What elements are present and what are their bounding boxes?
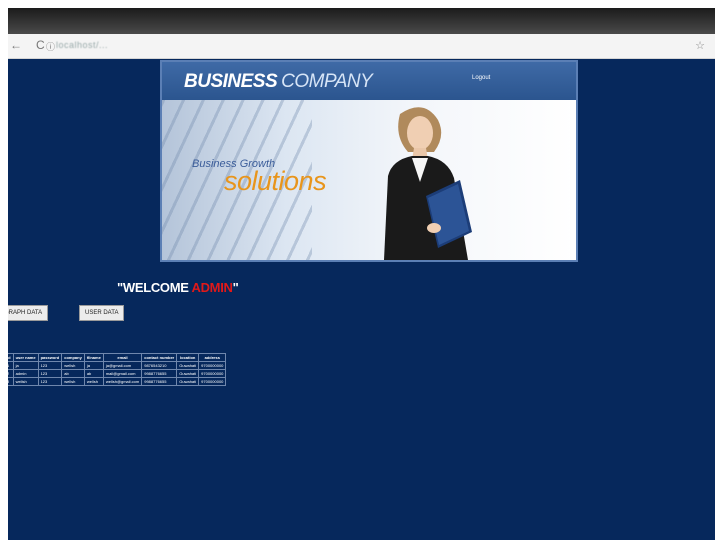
table-cell: wellsh <box>61 377 85 386</box>
welcome-prefix: "WELCOME <box>117 280 192 295</box>
column-header: fllname <box>83 353 104 362</box>
column-header: contact number <box>141 353 178 362</box>
column-header: email <box>102 353 143 362</box>
table-header-row: id user name password company fllname em… <box>8 353 227 362</box>
column-header: address <box>198 353 227 362</box>
table-cell: ja <box>83 361 104 370</box>
browser-title-bar <box>8 8 715 34</box>
table-cell: admin <box>12 369 39 378</box>
table-cell: Guwahati <box>176 361 200 370</box>
browser-toolbar: ← C ⓘ localhost/... ☆ <box>8 34 715 59</box>
table-row: 3 wellsh 123 wellsh wellsh wellsh@gmail.… <box>8 377 227 386</box>
brand-name-light: COMPANY <box>281 71 373 92</box>
welcome-suffix: " <box>232 280 239 295</box>
brand-name-bold: BUSINESS <box>184 71 278 92</box>
table-cell: 9988776655 <box>141 377 178 386</box>
table-cell: 9988776655 <box>141 369 178 378</box>
back-icon[interactable]: ← <box>10 38 22 52</box>
reload-icon[interactable]: C <box>36 38 45 52</box>
table-row: 2 admin 123 ab ab mail@gmail.com 9988776… <box>8 369 227 378</box>
address-bar[interactable]: localhost/... <box>56 40 108 50</box>
column-header: password <box>37 353 63 362</box>
users-table: id user name password company fllname em… <box>8 353 227 386</box>
column-header: company <box>61 353 85 362</box>
welcome-message: "WELCOME ADMIN" <box>117 280 239 295</box>
table-cell: Guwahati <box>176 377 200 386</box>
table-cell: ab <box>61 369 85 378</box>
table-cell: wellsh <box>12 377 39 386</box>
table-cell: ja@gmail.com <box>102 361 143 370</box>
table-row: 1 ja 123 wellsh ja ja@gmail.com 98765432… <box>8 361 227 370</box>
table-cell: 123 <box>37 361 63 370</box>
table-cell: ab <box>83 369 104 378</box>
table-cell: mail@gmail.com <box>102 369 143 378</box>
table-cell: 123 <box>37 369 63 378</box>
brand-logo: BUSINESS COMPANY <box>184 71 373 93</box>
tagline-big: solutions <box>224 166 327 196</box>
table-cell: 9876543210 <box>141 361 178 370</box>
businesswoman-image <box>384 107 472 260</box>
welcome-username: ADMIN <box>191 280 233 295</box>
page-content: BUSINESS COMPANY Logout Business Growth s… <box>8 59 715 540</box>
user-data-button[interactable]: USER DATA <box>79 305 125 321</box>
header-banner: BUSINESS COMPANY Logout Business Growth s… <box>160 60 578 262</box>
table-cell: wellsh <box>83 377 104 386</box>
logout-link[interactable]: Logout <box>472 75 490 81</box>
table-cell: ja <box>12 361 39 370</box>
column-header: user name <box>12 353 39 362</box>
table-cell: Guwahati <box>176 369 200 378</box>
table-cell: wellsh <box>61 361 85 370</box>
table-cell: wellsh@gmail.com <box>102 377 143 386</box>
column-header: location <box>176 353 200 362</box>
table-cell: 9700000000 <box>198 377 227 386</box>
table-cell: 123 <box>37 377 63 386</box>
table-cell: 9700000000 <box>198 369 227 378</box>
bookmark-star-icon[interactable]: ☆ <box>695 39 705 52</box>
table-cell: 9700000000 <box>198 361 227 370</box>
graph-data-button[interactable]: GRAPH DATA <box>8 305 49 321</box>
site-info-icon[interactable]: ⓘ <box>46 40 55 53</box>
